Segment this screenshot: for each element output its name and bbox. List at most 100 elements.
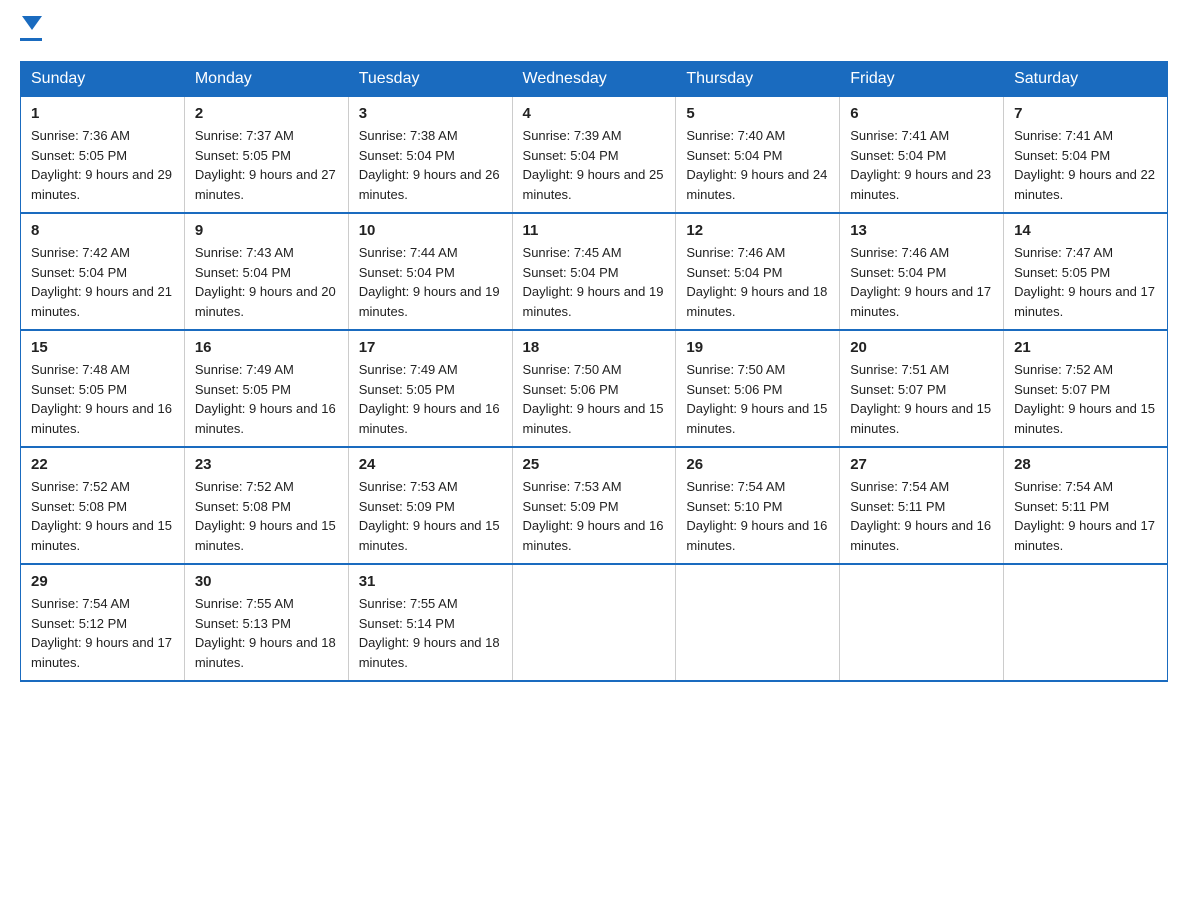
day-number: 19 bbox=[686, 339, 829, 356]
calendar-cell: 17 Sunrise: 7:49 AM Sunset: 5:05 PM Dayl… bbox=[348, 330, 512, 447]
day-info: Sunrise: 7:51 AM Sunset: 5:07 PM Dayligh… bbox=[850, 360, 993, 438]
calendar-cell: 11 Sunrise: 7:45 AM Sunset: 5:04 PM Dayl… bbox=[512, 213, 676, 330]
calendar-cell: 28 Sunrise: 7:54 AM Sunset: 5:11 PM Dayl… bbox=[1004, 447, 1168, 564]
calendar-cell: 4 Sunrise: 7:39 AM Sunset: 5:04 PM Dayli… bbox=[512, 97, 676, 214]
calendar-cell: 27 Sunrise: 7:54 AM Sunset: 5:11 PM Dayl… bbox=[840, 447, 1004, 564]
day-info: Sunrise: 7:37 AM Sunset: 5:05 PM Dayligh… bbox=[195, 126, 338, 204]
day-number: 1 bbox=[31, 105, 174, 122]
calendar-cell: 29 Sunrise: 7:54 AM Sunset: 5:12 PM Dayl… bbox=[21, 564, 185, 681]
day-info: Sunrise: 7:36 AM Sunset: 5:05 PM Dayligh… bbox=[31, 126, 174, 204]
calendar-cell bbox=[840, 564, 1004, 681]
day-number: 12 bbox=[686, 222, 829, 239]
header-friday: Friday bbox=[840, 62, 1004, 97]
day-info: Sunrise: 7:45 AM Sunset: 5:04 PM Dayligh… bbox=[523, 243, 666, 321]
calendar-cell: 7 Sunrise: 7:41 AM Sunset: 5:04 PM Dayli… bbox=[1004, 97, 1168, 214]
day-number: 31 bbox=[359, 573, 502, 590]
day-info: Sunrise: 7:48 AM Sunset: 5:05 PM Dayligh… bbox=[31, 360, 174, 438]
calendar-cell: 22 Sunrise: 7:52 AM Sunset: 5:08 PM Dayl… bbox=[21, 447, 185, 564]
day-number: 10 bbox=[359, 222, 502, 239]
calendar-cell: 25 Sunrise: 7:53 AM Sunset: 5:09 PM Dayl… bbox=[512, 447, 676, 564]
day-info: Sunrise: 7:50 AM Sunset: 5:06 PM Dayligh… bbox=[523, 360, 666, 438]
calendar-cell: 19 Sunrise: 7:50 AM Sunset: 5:06 PM Dayl… bbox=[676, 330, 840, 447]
day-number: 13 bbox=[850, 222, 993, 239]
day-info: Sunrise: 7:46 AM Sunset: 5:04 PM Dayligh… bbox=[850, 243, 993, 321]
day-info: Sunrise: 7:54 AM Sunset: 5:11 PM Dayligh… bbox=[850, 477, 993, 555]
calendar-cell: 16 Sunrise: 7:49 AM Sunset: 5:05 PM Dayl… bbox=[184, 330, 348, 447]
header-saturday: Saturday bbox=[1004, 62, 1168, 97]
day-info: Sunrise: 7:54 AM Sunset: 5:10 PM Dayligh… bbox=[686, 477, 829, 555]
day-info: Sunrise: 7:44 AM Sunset: 5:04 PM Dayligh… bbox=[359, 243, 502, 321]
day-number: 18 bbox=[523, 339, 666, 356]
day-info: Sunrise: 7:54 AM Sunset: 5:12 PM Dayligh… bbox=[31, 594, 174, 672]
logo-line bbox=[20, 38, 42, 41]
header-monday: Monday bbox=[184, 62, 348, 97]
day-info: Sunrise: 7:55 AM Sunset: 5:13 PM Dayligh… bbox=[195, 594, 338, 672]
calendar-cell: 24 Sunrise: 7:53 AM Sunset: 5:09 PM Dayl… bbox=[348, 447, 512, 564]
calendar-table: SundayMondayTuesdayWednesdayThursdayFrid… bbox=[20, 61, 1168, 682]
header-row: SundayMondayTuesdayWednesdayThursdayFrid… bbox=[21, 62, 1168, 97]
day-number: 5 bbox=[686, 105, 829, 122]
calendar-cell: 8 Sunrise: 7:42 AM Sunset: 5:04 PM Dayli… bbox=[21, 213, 185, 330]
day-info: Sunrise: 7:52 AM Sunset: 5:07 PM Dayligh… bbox=[1014, 360, 1157, 438]
day-info: Sunrise: 7:52 AM Sunset: 5:08 PM Dayligh… bbox=[195, 477, 338, 555]
calendar-cell bbox=[1004, 564, 1168, 681]
day-info: Sunrise: 7:43 AM Sunset: 5:04 PM Dayligh… bbox=[195, 243, 338, 321]
day-number: 8 bbox=[31, 222, 174, 239]
week-row-2: 8 Sunrise: 7:42 AM Sunset: 5:04 PM Dayli… bbox=[21, 213, 1168, 330]
logo-triangle-icon bbox=[22, 16, 42, 30]
calendar-cell: 1 Sunrise: 7:36 AM Sunset: 5:05 PM Dayli… bbox=[21, 97, 185, 214]
day-info: Sunrise: 7:47 AM Sunset: 5:05 PM Dayligh… bbox=[1014, 243, 1157, 321]
day-number: 6 bbox=[850, 105, 993, 122]
header-wednesday: Wednesday bbox=[512, 62, 676, 97]
calendar-cell: 5 Sunrise: 7:40 AM Sunset: 5:04 PM Dayli… bbox=[676, 97, 840, 214]
day-number: 26 bbox=[686, 456, 829, 473]
day-number: 25 bbox=[523, 456, 666, 473]
week-row-5: 29 Sunrise: 7:54 AM Sunset: 5:12 PM Dayl… bbox=[21, 564, 1168, 681]
day-info: Sunrise: 7:54 AM Sunset: 5:11 PM Dayligh… bbox=[1014, 477, 1157, 555]
day-number: 20 bbox=[850, 339, 993, 356]
calendar-cell: 15 Sunrise: 7:48 AM Sunset: 5:05 PM Dayl… bbox=[21, 330, 185, 447]
calendar-cell: 2 Sunrise: 7:37 AM Sunset: 5:05 PM Dayli… bbox=[184, 97, 348, 214]
calendar-cell: 12 Sunrise: 7:46 AM Sunset: 5:04 PM Dayl… bbox=[676, 213, 840, 330]
day-number: 23 bbox=[195, 456, 338, 473]
day-info: Sunrise: 7:41 AM Sunset: 5:04 PM Dayligh… bbox=[850, 126, 993, 204]
week-row-4: 22 Sunrise: 7:52 AM Sunset: 5:08 PM Dayl… bbox=[21, 447, 1168, 564]
day-number: 2 bbox=[195, 105, 338, 122]
day-number: 9 bbox=[195, 222, 338, 239]
day-number: 7 bbox=[1014, 105, 1157, 122]
day-info: Sunrise: 7:41 AM Sunset: 5:04 PM Dayligh… bbox=[1014, 126, 1157, 204]
header-sunday: Sunday bbox=[21, 62, 185, 97]
day-number: 11 bbox=[523, 222, 666, 239]
day-number: 4 bbox=[523, 105, 666, 122]
calendar-cell: 13 Sunrise: 7:46 AM Sunset: 5:04 PM Dayl… bbox=[840, 213, 1004, 330]
day-number: 30 bbox=[195, 573, 338, 590]
day-number: 24 bbox=[359, 456, 502, 473]
day-info: Sunrise: 7:39 AM Sunset: 5:04 PM Dayligh… bbox=[523, 126, 666, 204]
day-info: Sunrise: 7:40 AM Sunset: 5:04 PM Dayligh… bbox=[686, 126, 829, 204]
calendar-cell bbox=[676, 564, 840, 681]
calendar-cell: 18 Sunrise: 7:50 AM Sunset: 5:06 PM Dayl… bbox=[512, 330, 676, 447]
day-number: 29 bbox=[31, 573, 174, 590]
day-number: 3 bbox=[359, 105, 502, 122]
calendar-cell bbox=[512, 564, 676, 681]
header-tuesday: Tuesday bbox=[348, 62, 512, 97]
calendar-cell: 9 Sunrise: 7:43 AM Sunset: 5:04 PM Dayli… bbox=[184, 213, 348, 330]
calendar-cell: 23 Sunrise: 7:52 AM Sunset: 5:08 PM Dayl… bbox=[184, 447, 348, 564]
calendar-cell: 6 Sunrise: 7:41 AM Sunset: 5:04 PM Dayli… bbox=[840, 97, 1004, 214]
calendar-cell: 30 Sunrise: 7:55 AM Sunset: 5:13 PM Dayl… bbox=[184, 564, 348, 681]
day-info: Sunrise: 7:53 AM Sunset: 5:09 PM Dayligh… bbox=[359, 477, 502, 555]
calendar-cell: 21 Sunrise: 7:52 AM Sunset: 5:07 PM Dayl… bbox=[1004, 330, 1168, 447]
calendar-cell: 3 Sunrise: 7:38 AM Sunset: 5:04 PM Dayli… bbox=[348, 97, 512, 214]
calendar-cell: 14 Sunrise: 7:47 AM Sunset: 5:05 PM Dayl… bbox=[1004, 213, 1168, 330]
day-info: Sunrise: 7:49 AM Sunset: 5:05 PM Dayligh… bbox=[195, 360, 338, 438]
day-info: Sunrise: 7:42 AM Sunset: 5:04 PM Dayligh… bbox=[31, 243, 174, 321]
day-info: Sunrise: 7:52 AM Sunset: 5:08 PM Dayligh… bbox=[31, 477, 174, 555]
day-info: Sunrise: 7:50 AM Sunset: 5:06 PM Dayligh… bbox=[686, 360, 829, 438]
day-info: Sunrise: 7:53 AM Sunset: 5:09 PM Dayligh… bbox=[523, 477, 666, 555]
day-number: 27 bbox=[850, 456, 993, 473]
page-header bbox=[20, 20, 1168, 41]
calendar-cell: 26 Sunrise: 7:54 AM Sunset: 5:10 PM Dayl… bbox=[676, 447, 840, 564]
day-info: Sunrise: 7:46 AM Sunset: 5:04 PM Dayligh… bbox=[686, 243, 829, 321]
day-number: 21 bbox=[1014, 339, 1157, 356]
day-number: 17 bbox=[359, 339, 502, 356]
